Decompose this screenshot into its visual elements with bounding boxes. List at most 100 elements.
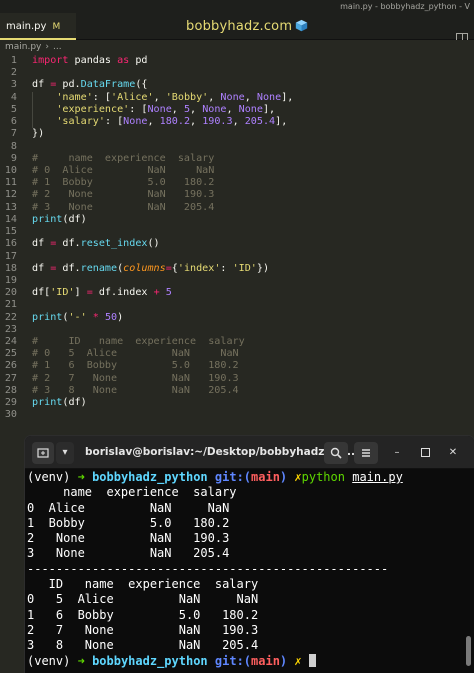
terminal-scrollbar[interactable] — [466, 636, 471, 666]
line-number: 27 — [4, 372, 17, 384]
line-number: 29 — [4, 397, 17, 409]
line-number: 2 — [10, 67, 17, 79]
line-number: 11 — [4, 177, 17, 189]
tab-label: main.py — [6, 21, 47, 32]
code-line[interactable]: 22 print('-' * 50) — [0, 312, 474, 324]
code-line[interactable]: 25 # 0 5 Alice NaN NaN — [0, 348, 474, 360]
minimize-icon[interactable]: – — [389, 442, 405, 464]
code-line[interactable]: 27 # 2 7 None NaN 190.3 — [0, 373, 474, 385]
new-tab-icon[interactable] — [32, 442, 54, 464]
terminal-line: 2 None NaN 190.3 — [27, 531, 230, 546]
code-text: df['ID'] = df.index + 5 — [32, 287, 172, 299]
terminal-line: ID name experience salary — [27, 577, 259, 592]
line-number: 28 — [4, 384, 17, 396]
line-number: 10 — [4, 164, 17, 176]
line-number: 4 — [10, 91, 17, 103]
breadcrumb-more[interactable]: ... — [53, 42, 62, 52]
line-number: 12 — [4, 189, 17, 201]
code-text: # 1 Bobby 5.0 180.2 — [32, 177, 215, 189]
code-line[interactable]: 3 df = pd.DataFrame({ — [0, 79, 474, 91]
code-line[interactable]: 26 # 1 6 Bobby 5.0 180.2 — [0, 360, 474, 372]
terminal-prompt: (venv) ➜ bobbyhadz_python git:(main) ✗py… — [27, 470, 403, 484]
code-text: df = df.reset_index() — [32, 238, 160, 250]
code-line[interactable]: 1 import pandas as pd — [0, 55, 474, 67]
line-number: 24 — [4, 336, 17, 348]
breadcrumb: main.py ›... — [0, 40, 474, 55]
code-line[interactable]: 21 — [0, 299, 474, 311]
code-editor[interactable]: 1 import pandas as pd 2 3 df = pd.DataFrame(… — [0, 55, 474, 450]
code-line[interactable]: 16 df = df.reset_index() — [0, 238, 474, 250]
code-line[interactable]: 29 print(df) — [0, 397, 474, 409]
line-number: 26 — [4, 360, 17, 372]
line-number: 8 — [10, 140, 17, 152]
code-line[interactable]: 30 — [0, 409, 474, 421]
code-line[interactable]: 19 — [0, 275, 474, 287]
code-line[interactable]: 5 'experience': [None, 5, None, None], — [0, 103, 474, 117]
code-text: df = df.rename(columns={'index': 'ID'}) — [32, 262, 270, 274]
search-icon[interactable] — [324, 442, 348, 464]
code-line[interactable]: 15 — [0, 226, 474, 238]
terminal-prompt: (venv) ➜ bobbyhadz_python git:(main) ✗ — [27, 653, 474, 669]
code-line[interactable]: 4 'name': ['Alice', 'Bobby', None, None]… — [0, 91, 474, 104]
code-line[interactable]: 14 print(df) — [0, 214, 474, 226]
code-line[interactable]: 12 # 2 None NaN 190.3 — [0, 189, 474, 201]
breadcrumb-file[interactable]: main.py — [5, 42, 41, 52]
line-number: 20 — [4, 287, 17, 299]
code-line[interactable]: 24 # ID name experience salary — [0, 336, 474, 348]
code-text: 'experience': [None, 5, None, None], — [56, 103, 276, 115]
code-line[interactable]: 18 df = df.rename(columns={'index': 'ID'}… — [0, 263, 474, 275]
terminal-line: 0 Alice NaN NaN — [27, 500, 230, 515]
line-number: 15 — [4, 226, 17, 238]
code-line[interactable]: 11 # 1 Bobby 5.0 180.2 — [0, 177, 474, 189]
line-number: 7 — [10, 128, 17, 140]
line-number: 22 — [4, 311, 17, 323]
line-number: 1 — [10, 55, 17, 66]
terminal-output[interactable]: (venv) ➜ bobbyhadz_python git:(main) ✗py… — [25, 470, 474, 673]
code-text: # 0 5 Alice NaN NaN — [32, 348, 239, 360]
line-number: 5 — [10, 103, 17, 115]
chevron-down-icon[interactable]: ▾ — [56, 442, 74, 464]
terminal-line: 0 5 Alice NaN NaN — [27, 592, 259, 607]
code-text: print(df) — [32, 213, 87, 225]
line-number: 25 — [4, 348, 17, 360]
code-line[interactable]: 28 # 3 8 None NaN 205.4 — [0, 385, 474, 397]
code-line[interactable]: 17 — [0, 251, 474, 263]
code-text: # 3 None NaN 205.4 — [32, 201, 215, 213]
tab-main-py[interactable]: main.py M — [0, 13, 76, 40]
code-text: print('-' * 50) — [32, 311, 124, 323]
line-number: 13 — [4, 201, 17, 213]
code-line[interactable]: 8 — [0, 141, 474, 153]
code-line[interactable]: 10 # 0 Alice NaN NaN — [0, 165, 474, 177]
code-line[interactable]: 7}) — [0, 128, 474, 140]
code-text: 'name': ['Alice', 'Bobby', None, None], — [56, 91, 294, 103]
terminal-window[interactable]: ▾ borislav@borislav:~/Desktop/bobbyhadz_… — [25, 436, 474, 673]
line-number: 23 — [4, 323, 17, 335]
terminal-cursor — [308, 653, 316, 667]
maximize-icon[interactable] — [417, 442, 433, 464]
code-line[interactable]: 9 # name experience salary — [0, 153, 474, 165]
code-text: # ID name experience salary — [32, 336, 245, 348]
terminal-header: ▾ borislav@borislav:~/Desktop/bobbyhadz_… — [25, 436, 474, 469]
line-number: 17 — [4, 250, 17, 262]
code-text: # 2 7 None NaN 190.3 — [32, 372, 239, 384]
code-line[interactable]: 20 df['ID'] = df.index + 5 — [0, 287, 474, 299]
code-line[interactable]: 6 'salary': [None, 180.2, 190.3, 205.4], — [0, 116, 474, 129]
code-line[interactable]: 2 — [0, 67, 474, 79]
terminal-line: name experience salary — [27, 485, 237, 500]
terminal-line: 2 7 None NaN 190.3 — [27, 622, 259, 637]
brand-watermark: bobbyhadz.com — [186, 16, 308, 38]
line-number: 30 — [4, 409, 17, 421]
terminal-line: 1 Bobby 5.0 180.2 — [27, 515, 230, 530]
code-line[interactable]: 23 — [0, 324, 474, 336]
line-number: 3 — [10, 79, 17, 91]
menu-icon[interactable] — [354, 442, 378, 464]
terminal-line: 3 None NaN 205.4 — [27, 546, 230, 561]
line-number: 6 — [10, 116, 17, 128]
brand-text: bobbyhadz.com — [186, 19, 293, 34]
close-icon[interactable]: ✕ — [445, 442, 461, 464]
code-line[interactable]: 13 # 3 None NaN 205.4 — [0, 202, 474, 214]
window-title: main.py - bobbyhadz_python - V — [0, 0, 474, 13]
line-number: 16 — [4, 238, 17, 250]
line-number: 14 — [4, 213, 17, 225]
code-text: # 3 8 None NaN 205.4 — [32, 384, 239, 396]
